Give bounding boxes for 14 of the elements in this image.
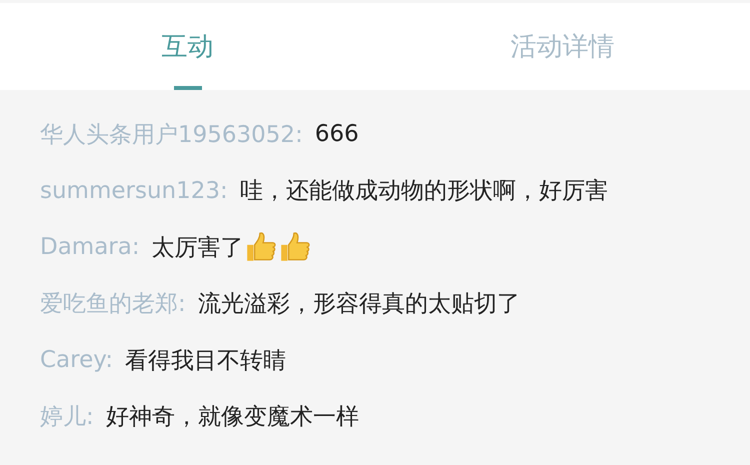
tab[interactable]: 互动 <box>0 3 375 90</box>
tab[interactable]: 活动详情 <box>375 3 750 90</box>
comment-author: 爱吃鱼的老郑: <box>40 290 186 320</box>
comment-author: Damara: <box>40 234 140 260</box>
comment-author: Carey: <box>40 347 113 374</box>
comment-text: 看得我目不转睛 <box>124 346 286 376</box>
comment-author: 华人头条用户19563052: <box>40 120 303 150</box>
comment-text: 流光溢彩，形容得真的太贴切了 <box>198 290 520 320</box>
comment-text: 好神奇，就像变魔术一样 <box>106 403 359 432</box>
comment-author: 婷儿: <box>40 403 94 432</box>
comment-text: 太厉害了 <box>152 234 244 263</box>
comment-text: 666 <box>314 121 359 148</box>
comment-author: summersun123: <box>40 178 228 204</box>
comment-text: 哇，还能做成动物的形状啊，好厉害 <box>240 177 608 206</box>
